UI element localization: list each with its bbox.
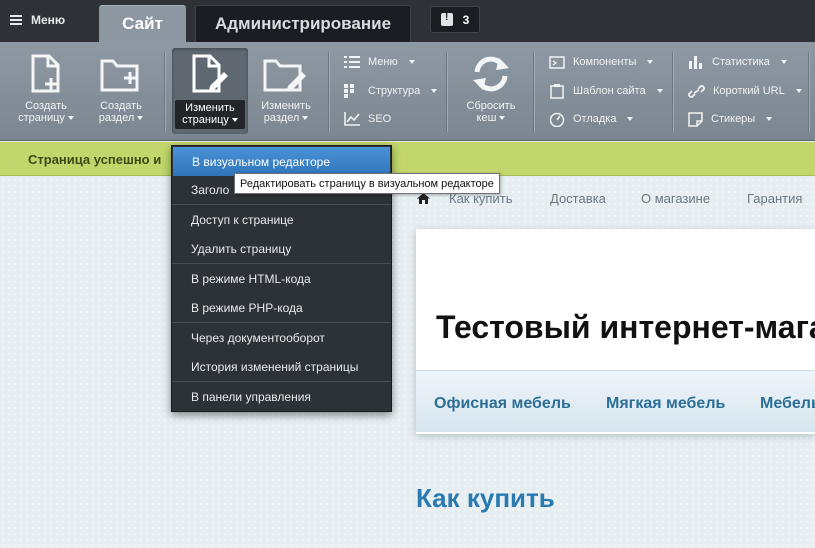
reset-cache-button[interactable]: Сбросить кеш bbox=[453, 48, 529, 134]
hamburger-icon bbox=[10, 15, 22, 25]
chart-icon bbox=[344, 112, 360, 126]
toolbar-divider bbox=[533, 52, 534, 132]
chevron-down-icon bbox=[408, 60, 415, 64]
notifications-count: 3 bbox=[462, 12, 470, 27]
chevron-down-icon bbox=[67, 116, 74, 121]
statistics-label: Статистика bbox=[712, 56, 770, 68]
new-page-icon bbox=[31, 54, 60, 93]
components-icon bbox=[549, 55, 565, 69]
menu-item-page-history[interactable]: История изменений страницы bbox=[172, 352, 391, 381]
visual-editor-tooltip: Редактировать страницу в визуальном реда… bbox=[234, 173, 500, 194]
topnav-link-delivery[interactable]: Доставка bbox=[550, 191, 606, 206]
reset-cache-label-1: Сбросить bbox=[466, 100, 516, 112]
edit-section-label-2: раздел bbox=[263, 112, 300, 124]
toolbar-divider bbox=[328, 52, 329, 132]
sticker-icon bbox=[688, 111, 703, 127]
page-title: Как купить bbox=[416, 483, 555, 513]
menu-item-control-panel[interactable]: В панели управления bbox=[172, 382, 391, 411]
create-section-label-1: Создать bbox=[100, 100, 142, 112]
create-page-button[interactable]: Создать страницу bbox=[8, 48, 84, 134]
list-icon bbox=[344, 56, 360, 68]
edit-page-button[interactable]: Изменить страницу bbox=[172, 48, 248, 134]
tab-site[interactable]: Сайт bbox=[99, 5, 186, 42]
chevron-down-icon bbox=[231, 118, 238, 123]
bar-chart-icon bbox=[689, 55, 702, 69]
clipboard-icon bbox=[550, 83, 564, 99]
menu-settings-label: Меню bbox=[368, 56, 398, 68]
statistics-button[interactable]: Статистика bbox=[688, 53, 787, 71]
seo-label: SEO bbox=[368, 113, 392, 125]
edit-section-button[interactable]: Изменить раздел bbox=[248, 48, 324, 134]
category-bar: Офисная мебель Мягкая мебель Мебель bbox=[416, 370, 815, 432]
menu-item-visual-editor[interactable]: В визуальном редакторе bbox=[173, 147, 390, 176]
edit-folder-icon bbox=[263, 59, 306, 92]
notifications-button[interactable]: 3 bbox=[430, 6, 480, 33]
edit-page-label-1: Изменить bbox=[185, 102, 235, 114]
notification-icon bbox=[440, 12, 453, 26]
create-section-button[interactable]: Создать раздел bbox=[83, 48, 159, 134]
chevron-down-icon bbox=[780, 60, 787, 64]
home-icon[interactable] bbox=[417, 193, 430, 204]
main-menu-label: Меню bbox=[31, 13, 66, 27]
new-folder-icon bbox=[100, 59, 139, 92]
create-page-label-1: Создать bbox=[25, 100, 67, 112]
store-header: Тестовый интернет-мага Офисная мебель Мя… bbox=[416, 229, 815, 434]
chevron-down-icon bbox=[431, 89, 438, 93]
structure-button[interactable]: Структура bbox=[344, 82, 438, 100]
structure-icon bbox=[344, 84, 354, 98]
menu-settings-button[interactable]: Меню bbox=[344, 53, 415, 71]
menu-item-html-mode[interactable]: В режиме HTML-кода bbox=[172, 264, 391, 293]
reset-cache-label-2: кеш bbox=[476, 112, 497, 124]
chevron-down-icon bbox=[302, 116, 309, 121]
gauge-icon bbox=[549, 112, 565, 127]
admin-topbar: Меню Сайт Администрирование 3 bbox=[0, 0, 815, 42]
edit-section-label-1: Изменить bbox=[261, 100, 311, 112]
success-notification: Страница успешно и bbox=[0, 142, 815, 176]
link-icon bbox=[688, 84, 705, 98]
create-section-label-2: раздел bbox=[98, 112, 135, 124]
edit-page-icon bbox=[192, 54, 228, 93]
category-office-furniture[interactable]: Офисная мебель bbox=[434, 395, 571, 413]
menu-item-php-mode[interactable]: В режиме PHP-кода bbox=[172, 293, 391, 322]
short-url-button[interactable]: Короткий URL bbox=[688, 82, 802, 100]
topnav-link-warranty[interactable]: Гарантия bbox=[747, 191, 802, 206]
menu-item-page-access[interactable]: Доступ к странице bbox=[172, 205, 391, 234]
toolbar-divider bbox=[672, 52, 673, 132]
site-template-label: Шаблон сайта bbox=[573, 85, 646, 97]
chevron-down-icon bbox=[499, 116, 506, 121]
chevron-down-icon bbox=[627, 117, 634, 121]
stickers-label: Стикеры bbox=[711, 113, 756, 125]
chevron-down-icon bbox=[647, 60, 654, 64]
chevron-down-icon bbox=[656, 89, 663, 93]
admin-toolbar: Создать страницу Создать раздел Изменить… bbox=[0, 42, 815, 141]
toolbar-divider bbox=[446, 52, 447, 132]
success-message-text: Страница успешно и bbox=[28, 152, 162, 167]
create-page-label-2: страницу bbox=[18, 112, 65, 124]
toolbar-divider bbox=[808, 52, 809, 132]
main-menu-button[interactable]: Меню bbox=[10, 11, 65, 29]
seo-button[interactable]: SEO bbox=[344, 110, 391, 128]
chevron-down-icon bbox=[137, 116, 144, 121]
menu-item-workflow[interactable]: Через документооборот bbox=[172, 323, 391, 352]
debug-label: Отладка bbox=[573, 113, 617, 125]
menu-item-delete-page[interactable]: Удалить страницу bbox=[172, 234, 391, 263]
components-label: Компоненты bbox=[573, 56, 637, 68]
toolbar-divider bbox=[164, 52, 165, 132]
store-title[interactable]: Тестовый интернет-мага bbox=[436, 309, 815, 346]
debug-button[interactable]: Отладка bbox=[549, 110, 634, 128]
chevron-down-icon bbox=[795, 89, 802, 93]
topnav-link-about[interactable]: О магазине bbox=[641, 191, 710, 206]
stickers-button[interactable]: Стикеры bbox=[688, 110, 773, 128]
site-template-button[interactable]: Шаблон сайта bbox=[549, 82, 663, 100]
chevron-down-icon bbox=[766, 117, 773, 121]
edit-page-label: Изменить страницу bbox=[175, 100, 245, 129]
components-button[interactable]: Компоненты bbox=[549, 53, 654, 71]
refresh-icon bbox=[473, 56, 509, 92]
tab-administration[interactable]: Администрирование bbox=[195, 5, 411, 42]
structure-label: Структура bbox=[368, 85, 421, 97]
short-url-label: Короткий URL bbox=[713, 85, 785, 97]
category-furniture[interactable]: Мебель bbox=[760, 395, 815, 413]
edit-page-label-2: страницу bbox=[182, 114, 229, 126]
category-soft-furniture[interactable]: Мягкая мебель bbox=[606, 395, 725, 413]
